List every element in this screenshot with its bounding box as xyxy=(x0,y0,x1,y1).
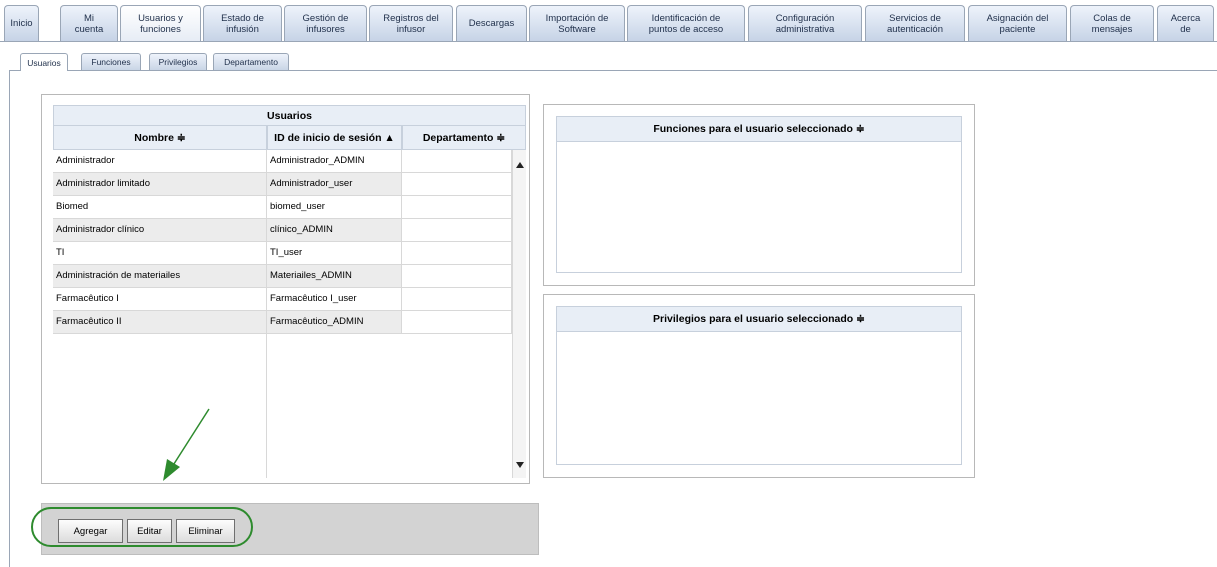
arrow-annotation-icon xyxy=(163,408,210,481)
